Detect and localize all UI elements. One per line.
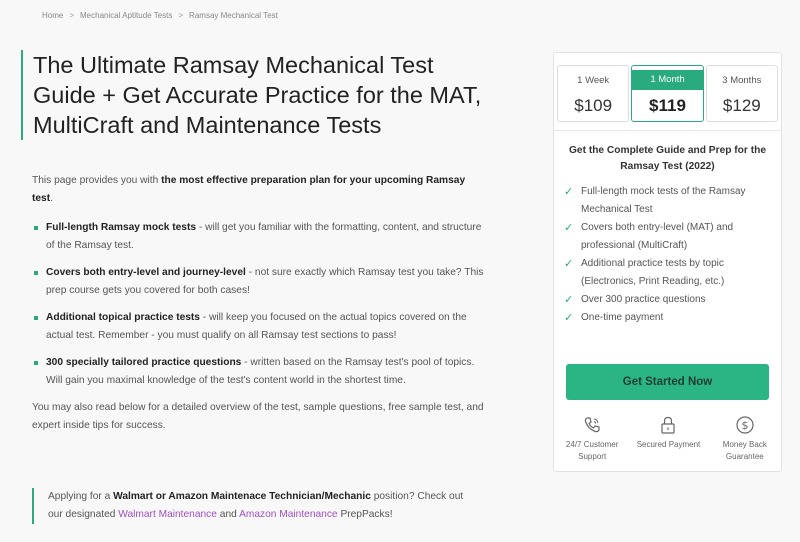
- feature-text: Additional practice tests by topic (Elec…: [581, 258, 725, 287]
- plan-duration: 1 Week: [577, 75, 610, 86]
- list-item-bold: 300 specially tailored practice question…: [46, 357, 242, 368]
- breadcrumb-separator: >: [69, 11, 75, 20]
- breadcrumb-separator: >: [178, 11, 184, 20]
- feature-item: ✓ Full-length mock tests of the Ramsay Me…: [564, 183, 769, 219]
- feature-item: ✓ Over 300 practice questions: [564, 291, 769, 309]
- check-icon: ✓: [564, 312, 574, 324]
- intro-text: This page provides you with: [32, 175, 162, 186]
- title-block: The Ultimate Ramsay Mechanical Test Guid…: [21, 50, 491, 140]
- feature-list: ✓ Full-length mock tests of the Ramsay Me…: [554, 183, 781, 327]
- list-item-bold: Additional topical practice tests: [46, 312, 200, 323]
- breadcrumb-home-link[interactable]: Home: [42, 11, 63, 20]
- plan-option-1-week[interactable]: 1 Week $109: [557, 65, 630, 122]
- list-item: Covers both entry-level and journey-leve…: [32, 264, 487, 299]
- main-content: This page provides you with the most eff…: [32, 172, 487, 446]
- support-label: 24/7 Customer Support: [565, 440, 619, 461]
- plan-price: $119: [649, 96, 686, 115]
- feature-text: Full-length mock tests of the Ramsay Mec…: [581, 186, 746, 215]
- money-back-label: Money Back Guarantee: [722, 440, 767, 461]
- feature-item: ✓ Covers both entry-level (MAT) and profe…: [564, 219, 769, 255]
- lock-icon: [661, 416, 676, 434]
- check-icon: ✓: [564, 258, 574, 270]
- secured-payment-badge: Secured Payment: [633, 415, 703, 463]
- page-title: The Ultimate Ramsay Mechanical Test Guid…: [33, 52, 482, 138]
- feature-item: ✓ One-time payment: [564, 309, 769, 327]
- plan-price: $109: [574, 96, 613, 115]
- check-icon: ✓: [564, 186, 574, 198]
- plan-option-1-month[interactable]: 1 Month $119: [631, 65, 704, 122]
- list-item-bold: Full-length Ramsay mock tests: [46, 222, 197, 233]
- intro-paragraph: This page provides you with the most eff…: [32, 172, 487, 207]
- pricing-heading: Get the Complete Guide and Prep for the …: [569, 145, 766, 172]
- breadcrumb: Home > Mechanical Aptitude Tests > Ramsa…: [42, 11, 278, 20]
- money-back-badge: $ Money Back Guarantee: [710, 415, 780, 463]
- plan-option-3-months[interactable]: 3 Months $129: [705, 65, 778, 122]
- feature-item: ✓ Additional practice tests by topic (Ele…: [564, 255, 769, 291]
- pricing-card: 1 Week $109 1 Month $119 3 Months $129 G…: [553, 52, 782, 472]
- check-icon: ✓: [564, 222, 574, 234]
- get-started-button[interactable]: Get Started Now: [566, 364, 769, 400]
- benefits-list: Full-length Ramsay mock tests - will get…: [32, 219, 487, 389]
- dollar-icon: $: [736, 416, 754, 434]
- card-divider: [554, 130, 781, 131]
- plan-duration: 3 Months: [722, 75, 762, 86]
- breadcrumb-current: Ramsay Mechanical Test: [189, 11, 278, 20]
- phone-icon: [584, 417, 600, 433]
- list-item: 300 specially tailored practice question…: [32, 354, 487, 389]
- plan-selector: 1 Week $109 1 Month $119 3 Months $129: [554, 53, 781, 122]
- walmart-maintenance-link[interactable]: Walmart Maintenance: [118, 509, 217, 520]
- callout-text: PrepPacks!: [337, 509, 393, 520]
- feature-text: One-time payment: [581, 312, 664, 323]
- list-item: Additional topical practice tests - will…: [32, 309, 487, 344]
- svg-text:$: $: [741, 419, 748, 432]
- breadcrumb-mechanical-link[interactable]: Mechanical Aptitude Tests: [80, 11, 172, 20]
- prep-pack-callout: Applying for a Walmart or Amazon Mainten…: [32, 488, 477, 524]
- list-item: Full-length Ramsay mock tests - will get…: [32, 219, 487, 254]
- callout-text: Applying for a: [48, 491, 114, 502]
- list-item-bold: Covers both entry-level and journey-leve…: [46, 267, 246, 278]
- guarantee-badges: 24/7 Customer Support Secured Payment $ …: [554, 415, 783, 463]
- callout-text: and: [216, 509, 240, 520]
- amazon-maintenance-link[interactable]: Amazon Maintenance: [239, 509, 338, 520]
- outro-paragraph: You may also read below for a detailed o…: [32, 402, 484, 431]
- plan-price: $129: [722, 96, 761, 115]
- feature-text: Covers both entry-level (MAT) and profes…: [581, 222, 734, 251]
- support-badge: 24/7 Customer Support: [557, 415, 627, 463]
- feature-text: Over 300 practice questions: [581, 294, 706, 305]
- plan-duration: 1 Month: [632, 70, 703, 90]
- check-icon: ✓: [564, 294, 574, 306]
- intro-text-end: .: [50, 192, 53, 204]
- callout-bold: Walmart or Amazon Maintenace Technician/…: [113, 491, 371, 502]
- secured-payment-label: Secured Payment: [636, 440, 701, 449]
